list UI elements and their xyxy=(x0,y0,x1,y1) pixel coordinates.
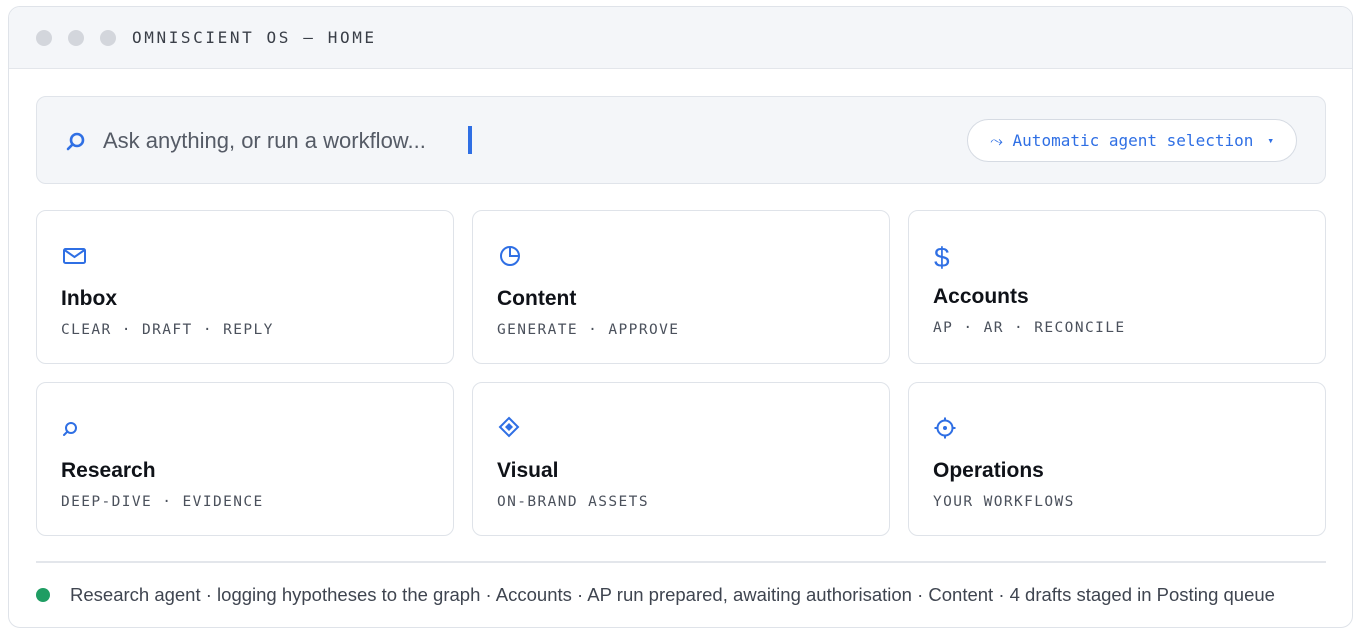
card-subtitle: GENERATE · APPROVE xyxy=(497,322,680,338)
status-indicator-icon xyxy=(36,588,50,602)
window-maximize-button[interactable] xyxy=(100,29,116,46)
activity-text: Research agent · logging hypotheses to t… xyxy=(70,584,1275,605)
mail-icon xyxy=(61,241,89,269)
card-subtitle: DEEP-DIVE · EVIDENCE xyxy=(61,494,264,510)
activity-ticker: Research agent · logging hypotheses to t… xyxy=(36,581,1326,609)
card-title: Content xyxy=(497,287,577,310)
command-input[interactable] xyxy=(103,123,483,159)
target-icon xyxy=(933,413,961,441)
card-subtitle: CLEAR · DRAFT · REPLY xyxy=(61,322,274,338)
pie-chart-icon xyxy=(497,241,525,269)
command-bar: ⤳ Automatic agent selection ▾ xyxy=(36,96,1326,184)
search-icon xyxy=(65,131,87,153)
window-close-button[interactable] xyxy=(36,29,52,46)
chevron-down-icon: ▾ xyxy=(1267,134,1274,147)
card-title: Operations xyxy=(933,459,1044,482)
card-visual[interactable]: Visual ON-BRAND ASSETS xyxy=(472,382,890,536)
card-inbox[interactable]: Inbox CLEAR · DRAFT · REPLY xyxy=(36,210,454,364)
card-subtitle: AP · AR · RECONCILE xyxy=(933,320,1126,336)
dollar-icon: $ xyxy=(933,241,961,273)
card-title: Research xyxy=(61,459,156,482)
window-minimize-button[interactable] xyxy=(68,29,84,46)
agent-selection-label: ⤳ Automatic agent selection xyxy=(990,130,1254,150)
card-accounts[interactable]: $ Accounts AP · AR · RECONCILE xyxy=(908,210,1326,364)
search-icon xyxy=(61,413,89,441)
agent-selection-dropdown[interactable]: ⤳ Automatic agent selection ▾ xyxy=(967,119,1297,162)
app-window: OMNISCIENT OS — HOME ⤳ Automatic agent s… xyxy=(8,6,1353,628)
window-title: OMNISCIENT OS — HOME xyxy=(132,28,377,47)
card-title: Visual xyxy=(497,459,559,482)
card-research[interactable]: Research DEEP-DIVE · EVIDENCE xyxy=(36,382,454,536)
card-subtitle: YOUR WORKFLOWS xyxy=(933,494,1075,510)
card-title: Accounts xyxy=(933,285,1029,308)
card-content[interactable]: Content GENERATE · APPROVE xyxy=(472,210,890,364)
card-subtitle: ON-BRAND ASSETS xyxy=(497,494,649,510)
diamond-icon xyxy=(497,413,525,441)
divider xyxy=(36,561,1326,563)
text-caret xyxy=(468,126,472,154)
card-title: Inbox xyxy=(61,287,117,310)
card-operations[interactable]: Operations YOUR WORKFLOWS xyxy=(908,382,1326,536)
title-bar: OMNISCIENT OS — HOME xyxy=(9,7,1352,69)
svg-text:$: $ xyxy=(934,242,950,273)
